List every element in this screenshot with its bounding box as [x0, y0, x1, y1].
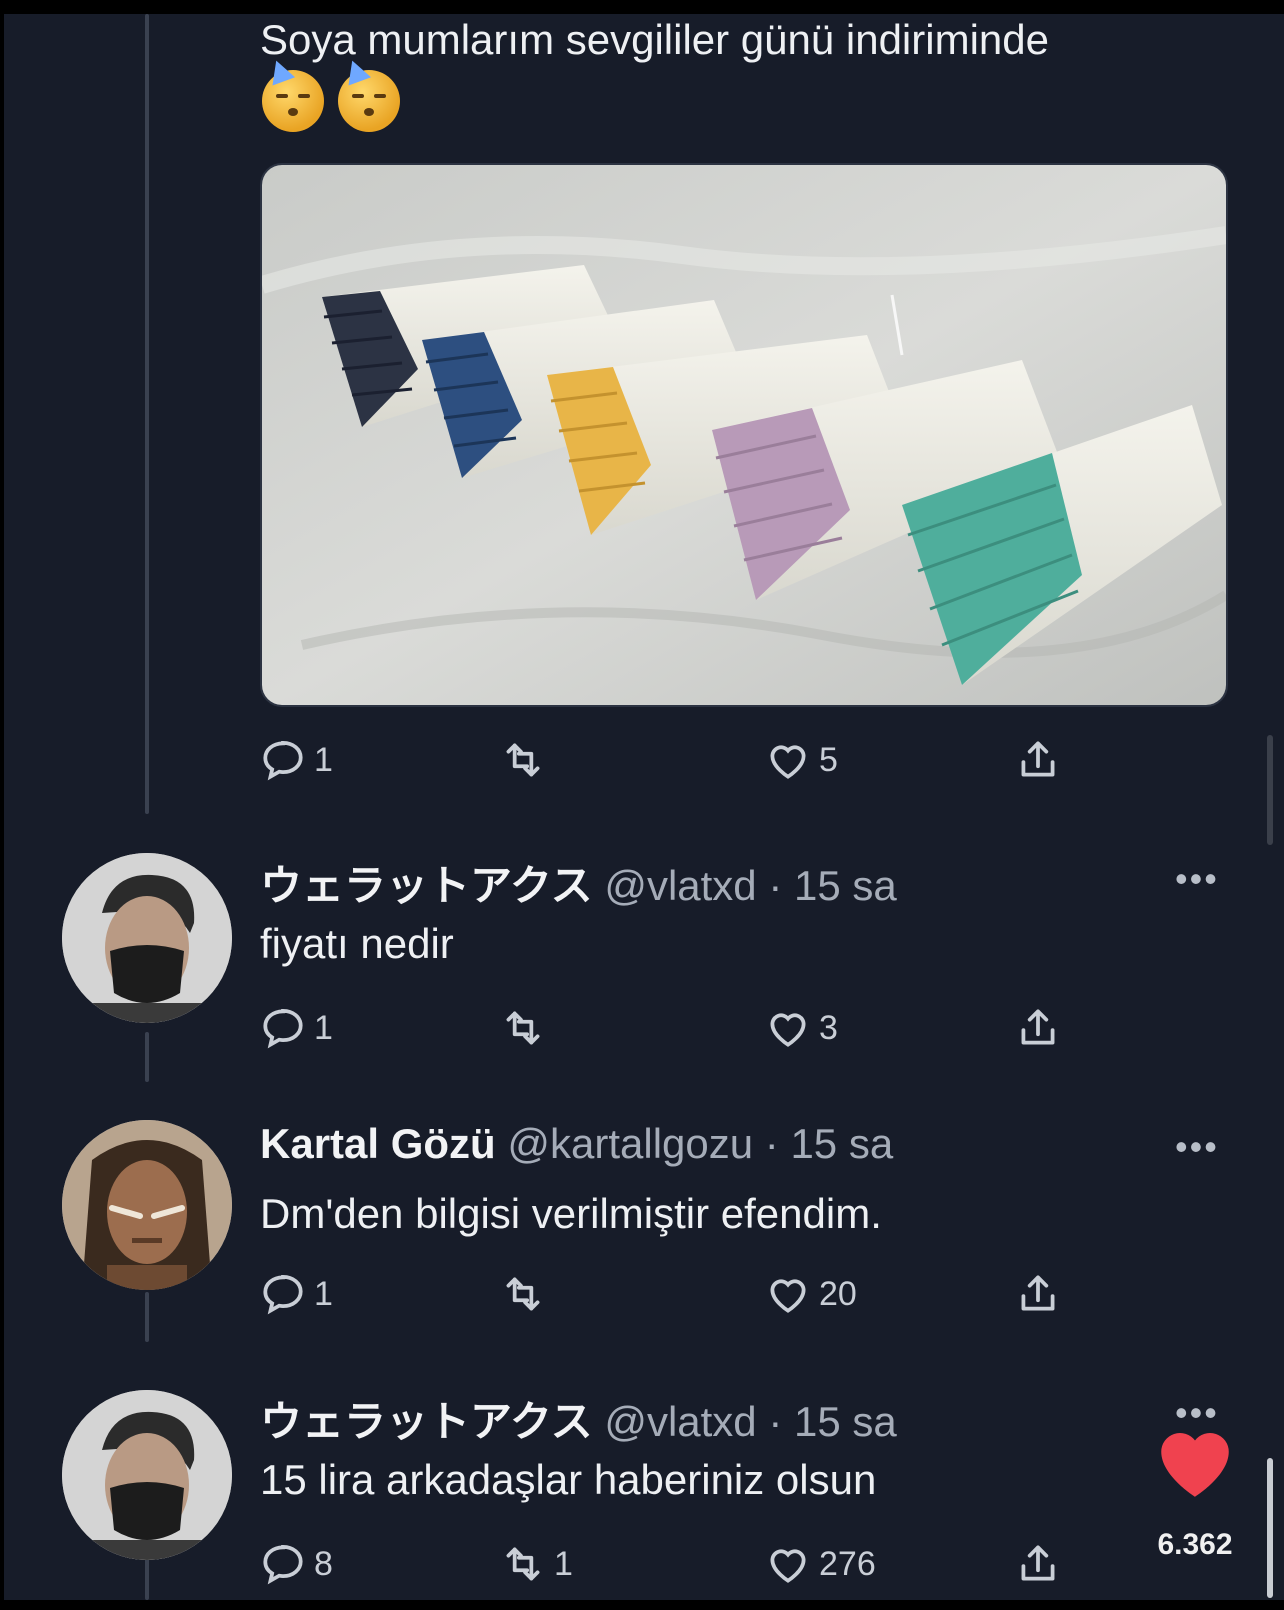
retweet-button[interactable] — [498, 1000, 554, 1056]
post-image[interactable] — [260, 163, 1228, 707]
retweet-button[interactable] — [498, 732, 554, 788]
heart-icon — [770, 1279, 806, 1313]
reply-count: 8 — [314, 1544, 333, 1583]
retweet-icon — [506, 1277, 540, 1311]
retweet-icon — [506, 1011, 540, 1045]
share-icon — [1021, 741, 1055, 777]
left-border — [0, 0, 4, 1610]
avatar[interactable] — [62, 853, 232, 1023]
handle[interactable]: @kartallgozu — [507, 1120, 753, 1167]
reply-count: 1 — [314, 1008, 333, 1047]
like-button[interactable]: 276 — [763, 1536, 876, 1592]
post-actions: 1 5 — [258, 732, 1088, 788]
retweet-count: 1 — [554, 1544, 573, 1583]
heart-icon — [770, 1549, 806, 1583]
handle[interactable]: @vlatxd — [604, 1398, 756, 1445]
like-count: 5 — [819, 740, 838, 779]
post-text: Soya mumlarım sevgililer günü indirimind… — [260, 16, 1049, 63]
partying-face-emoji — [338, 56, 400, 132]
retweet-button[interactable]: 1 — [498, 1536, 573, 1592]
thread-line — [145, 14, 149, 814]
reply-button[interactable]: 1 — [258, 1266, 333, 1322]
retweet-icon — [506, 1547, 540, 1581]
retweet-icon — [506, 743, 540, 777]
candles-photo — [262, 165, 1226, 705]
reply-header: ウェラットアクス @vlatxd · 15 sa — [260, 1388, 897, 1449]
like-count: 276 — [819, 1544, 876, 1583]
avatar-masked-person — [62, 1390, 232, 1560]
reply-actions: 8 1 276 — [258, 1536, 1088, 1592]
reply-icon — [263, 1545, 303, 1585]
reply-actions: 1 3 — [258, 1000, 1088, 1056]
like-count: 20 — [819, 1274, 857, 1313]
share-button[interactable] — [1013, 1000, 1063, 1056]
display-name[interactable]: ウェラットアクス — [260, 1398, 593, 1445]
like-count: 3 — [819, 1008, 838, 1047]
reply-icon — [263, 1275, 303, 1315]
heart-icon — [770, 745, 806, 779]
avatar[interactable] — [62, 1390, 232, 1560]
reply-text: fiyatı nedir — [260, 920, 454, 967]
avatar[interactable] — [62, 1120, 232, 1290]
scrollbar[interactable] — [1267, 735, 1273, 845]
thread-line — [145, 1292, 149, 1342]
screenshot-frame: Soya mumlarım sevgililer günü indirimind… — [0, 0, 1284, 1610]
reply-actions: 1 20 — [258, 1266, 1088, 1322]
retweet-button[interactable] — [498, 1266, 554, 1322]
reply-text: 15 lira arkadaşlar haberiniz olsun — [260, 1456, 877, 1503]
reply-icon — [263, 1009, 303, 1049]
bottom-border — [0, 1600, 1284, 1610]
reply-button[interactable]: 8 — [258, 1536, 333, 1592]
share-icon — [1021, 1275, 1055, 1311]
like-button[interactable]: 20 — [763, 1266, 857, 1322]
more-options-icon[interactable]: ••• — [1175, 858, 1219, 900]
share-button[interactable] — [1013, 1536, 1063, 1592]
share-icon — [1021, 1545, 1055, 1581]
share-button[interactable] — [1013, 732, 1063, 788]
scrollbar-thumb[interactable] — [1267, 1458, 1273, 1598]
avatar-painted-face — [62, 1120, 232, 1290]
emoji-row — [262, 56, 400, 132]
share-icon — [1021, 1009, 1055, 1045]
share-button[interactable] — [1013, 1266, 1063, 1322]
thread-line — [145, 1556, 149, 1600]
timestamp: · 15 sa — [768, 862, 897, 909]
avatar-masked-person — [62, 853, 232, 1023]
more-options-icon[interactable]: ••• — [1175, 1126, 1219, 1168]
heart-icon — [770, 1013, 806, 1047]
overlay-like-count: 6.362 — [1157, 1528, 1233, 1561]
reply-header: Kartal Gözü @kartallgozu · 15 sa — [260, 1120, 893, 1168]
thread-line — [145, 1032, 149, 1082]
reply-button[interactable]: 1 — [258, 732, 333, 788]
partying-face-emoji — [262, 56, 324, 132]
reply-text: Dm'den bilgisi verilmiştir efendim. — [260, 1190, 882, 1237]
like-button[interactable]: 3 — [763, 1000, 838, 1056]
overlay-heart-icon[interactable] — [1150, 1418, 1240, 1508]
timestamp: · 15 sa — [764, 1120, 894, 1167]
top-border — [0, 0, 1284, 14]
timestamp: · 15 sa — [768, 1398, 897, 1445]
reply-icon — [263, 741, 303, 781]
reply-button[interactable]: 1 — [258, 1000, 333, 1056]
display-name[interactable]: Kartal Gözü — [260, 1120, 496, 1167]
reply-header: ウェラットアクス @vlatxd · 15 sa — [260, 852, 897, 913]
reply-count: 1 — [314, 1274, 333, 1313]
reply-count: 1 — [314, 740, 333, 779]
handle[interactable]: @vlatxd — [604, 862, 756, 909]
like-button[interactable]: 5 — [763, 732, 838, 788]
display-name[interactable]: ウェラットアクス — [260, 862, 593, 909]
